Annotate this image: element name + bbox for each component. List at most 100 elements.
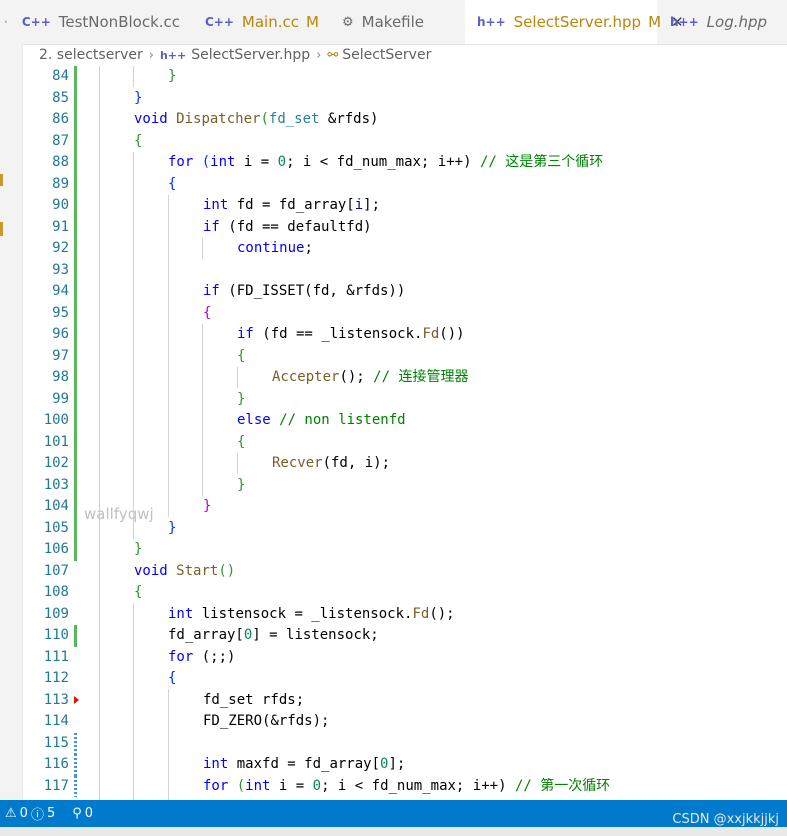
gutter-modified-marker bbox=[74, 367, 77, 389]
hpp-file-icon: h++ bbox=[477, 15, 506, 29]
line-number: 113 bbox=[43, 691, 69, 708]
panel-marker bbox=[0, 222, 3, 236]
code-text: } bbox=[134, 541, 143, 557]
hpp-file-icon: h++ bbox=[670, 15, 699, 29]
gutter-modified-marker bbox=[74, 496, 77, 518]
gutter-modified-marker bbox=[74, 388, 77, 410]
gutter-modified-marker bbox=[74, 345, 77, 367]
modified-indicator: M bbox=[306, 13, 319, 31]
gutter-deleted-marker bbox=[74, 690, 79, 712]
gutter-modified-marker bbox=[74, 625, 77, 647]
line-number: 116 bbox=[43, 756, 69, 772]
gutter-modified-marker bbox=[74, 281, 77, 303]
gutter-modified-marker bbox=[74, 173, 77, 195]
code-text: } bbox=[168, 68, 177, 84]
breadcrumb-file[interactable]: SelectServer.hpp bbox=[191, 47, 310, 63]
code-line: 97 { bbox=[22, 345, 787, 367]
warning-count: 5 bbox=[46, 806, 56, 821]
code-text: { bbox=[168, 175, 177, 192]
gutter-modified-marker bbox=[74, 109, 77, 131]
code-text: fd_set rfds; bbox=[203, 691, 305, 708]
line-number: 95 bbox=[52, 304, 69, 321]
line-number: 96 bbox=[52, 326, 69, 342]
line-number: 98 bbox=[52, 369, 69, 385]
line-number: 86 bbox=[52, 111, 69, 127]
line-number: 110 bbox=[43, 627, 69, 643]
chevron-right-icon: › bbox=[148, 47, 154, 63]
gutter-modified-marker bbox=[74, 410, 77, 432]
tab-label: Makefile bbox=[361, 13, 425, 31]
line-number: 109 bbox=[43, 605, 69, 622]
code-line: 96 if (fd == _listensock.Fd()) bbox=[22, 324, 787, 346]
code-line: 91 if (fd == defaultfd) bbox=[22, 216, 787, 238]
ports-count: 0 bbox=[84, 806, 94, 821]
tab-testnonblock[interactable]: · C++ TestNonBlock.cc bbox=[4, 0, 180, 44]
line-number: 94 bbox=[52, 283, 69, 299]
tab-makefile[interactable]: ⚙ Makefile bbox=[342, 0, 424, 44]
code-line: 102 Recver(fd, i); bbox=[22, 453, 787, 475]
breadcrumb-symbol[interactable]: SelectServer bbox=[342, 47, 431, 63]
code-text: FD_ZERO(&rfds); bbox=[203, 713, 330, 729]
code-text: { bbox=[237, 347, 246, 364]
arrow-icon: · bbox=[4, 15, 8, 29]
code-line: 85 } bbox=[22, 87, 787, 109]
ports-indicator[interactable]: ⚲ 0 bbox=[72, 806, 96, 821]
line-number: 114 bbox=[43, 713, 69, 729]
line-number: 106 bbox=[43, 541, 69, 557]
code-editor[interactable]: 84 } 85 } 86 void Dispatcher(fd_set &rfd… bbox=[22, 66, 787, 800]
code-line: 114 FD_ZERO(&rfds); bbox=[22, 711, 787, 733]
line-number: 87 bbox=[52, 132, 69, 149]
side-panel-edge bbox=[0, 44, 23, 800]
status-bar: ⚠ 0 ⓘ 5 ⚲ 0 bbox=[0, 800, 787, 827]
cpp-file-icon: C++ bbox=[205, 15, 234, 29]
line-number: 90 bbox=[52, 197, 69, 213]
tab-main-cc[interactable]: C++ Main.cc M bbox=[205, 0, 319, 44]
code-text: fd_array[0] = listensock; bbox=[168, 627, 379, 643]
code-line: 84 } bbox=[22, 66, 787, 88]
code-text: { bbox=[203, 304, 212, 321]
gutter-added-marker bbox=[74, 775, 77, 797]
code-line: 106 } bbox=[22, 539, 787, 561]
line-number: 104 bbox=[43, 498, 69, 514]
line-number: 107 bbox=[43, 562, 69, 579]
problems-indicator[interactable]: ⚠ 0 ⓘ 5 bbox=[5, 804, 58, 823]
code-line: 86 void Dispatcher(fd_set &rfds) bbox=[22, 109, 787, 131]
class-symbol-icon: ⚯ bbox=[327, 47, 339, 63]
line-number: 117 bbox=[43, 777, 69, 794]
line-number: 85 bbox=[52, 89, 69, 106]
credit-watermark: CSDN @xxjkkjjkj bbox=[672, 812, 779, 827]
code-text: Recver(fd, i); bbox=[272, 455, 391, 471]
code-line: 92 continue; bbox=[22, 238, 787, 260]
line-number: 101 bbox=[43, 433, 69, 450]
broadcast-icon: ⚲ bbox=[72, 806, 82, 821]
gutter-modified-marker bbox=[74, 453, 77, 475]
line-number: 97 bbox=[52, 347, 69, 364]
gutter-added-marker bbox=[74, 732, 77, 754]
breadcrumb-folder[interactable]: 2. selectserver bbox=[39, 47, 143, 63]
tab-label: SelectServer.hpp bbox=[513, 13, 642, 31]
code-line: 90 int fd = fd_array[i]; bbox=[22, 195, 787, 217]
code-text: if (fd == _listensock.Fd()) bbox=[237, 326, 465, 342]
code-line: 109 int listensock = _listensock.Fd(); bbox=[22, 604, 787, 626]
tab-selectserver-hpp[interactable]: h++ SelectServer.hpp M ✕ bbox=[465, 0, 684, 44]
gutter-modified-marker bbox=[74, 87, 77, 109]
code-line: 107 void Start() bbox=[22, 561, 787, 583]
gutter-modified-marker bbox=[74, 517, 77, 539]
gutter-modified-marker bbox=[74, 324, 77, 346]
code-text: for (int i = 0; i < fd_num_max; i++) // … bbox=[168, 154, 604, 170]
code-line: 117 for (int i = 0; i < fd_num_max; i++)… bbox=[22, 775, 787, 797]
code-text: int listensock = _listensock.Fd(); bbox=[168, 605, 455, 622]
code-line: 95 { bbox=[22, 302, 787, 324]
hpp-file-icon: h++ bbox=[159, 48, 187, 62]
code-text: int maxfd = fd_array[0]; bbox=[203, 756, 406, 772]
line-number: 102 bbox=[43, 455, 69, 471]
tab-log-hpp[interactable]: h++ Log.hpp bbox=[670, 0, 767, 44]
code-text: { bbox=[168, 670, 177, 686]
code-text: if (FD_ISSET(fd, &rfds)) bbox=[203, 283, 406, 299]
line-number: 115 bbox=[43, 734, 69, 751]
gutter-modified-marker bbox=[74, 66, 77, 88]
window-bottom-edge bbox=[0, 827, 787, 836]
gutter-modified-marker bbox=[74, 216, 77, 238]
code-text: void Start() bbox=[134, 562, 236, 579]
code-line: 87 { bbox=[22, 130, 787, 152]
